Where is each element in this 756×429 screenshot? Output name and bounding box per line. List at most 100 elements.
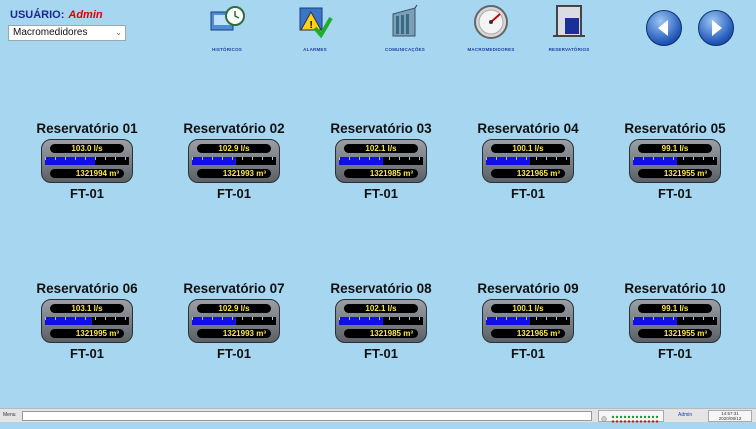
volume-readout: 1321995 m³ (50, 329, 124, 338)
level-bar (45, 157, 129, 165)
level-bar (633, 317, 717, 325)
volume-readout: 1321965 m³ (491, 169, 565, 178)
reservoir-card[interactable]: Reservatório 04 100.1 l/s 1321965 m³ FT-01 (463, 121, 593, 201)
volume-unit: m³ (256, 329, 266, 338)
volume-readout: 1321965 m³ (491, 329, 565, 338)
gauge-meter-icon (474, 5, 508, 39)
level-bar-ticks (192, 317, 276, 320)
volume-value: 1321985 (369, 169, 401, 178)
status-date: 2020/08/12 (718, 416, 742, 421)
nav-reservatorios[interactable]: RESERVATÓRIOS (534, 4, 604, 52)
flow-rate-readout: 99.1 l/s (638, 144, 712, 153)
volume-readout: 1321985 m³ (344, 169, 418, 178)
meter-tag: FT-01 (658, 186, 692, 201)
level-bar-ticks (339, 317, 423, 320)
level-bar (45, 317, 129, 325)
level-bar (192, 317, 276, 325)
meter-tag: FT-01 (217, 346, 251, 361)
nav-alarmes[interactable]: ! ALARMES (280, 4, 350, 52)
volume-readout: 1321985 m³ (344, 329, 418, 338)
reservoir-card[interactable]: Reservatório 10 99.1 l/s 1321955 m³ FT-01 (610, 281, 740, 361)
flow-gauge: 102.1 l/s 1321985 m³ (335, 139, 427, 183)
led-indicators-icon (601, 415, 659, 423)
volume-readout: 1321955 m³ (638, 169, 712, 178)
level-bar-ticks (192, 157, 276, 160)
nav-label: COMUNICAÇÕES (385, 47, 425, 52)
reservoir-card[interactable]: Reservatório 09 100.1 l/s 1321965 m³ FT-01 (463, 281, 593, 361)
level-bar (192, 157, 276, 165)
status-user: Admin (678, 412, 693, 418)
svg-text:!: ! (310, 20, 313, 31)
meter-tag: FT-01 (217, 186, 251, 201)
flow-gauge: 99.1 l/s 1321955 m³ (629, 299, 721, 343)
flow-gauge: 100.1 l/s 1321965 m³ (482, 299, 574, 343)
nav-label: ALARMES (303, 47, 327, 52)
history-clock-icon (210, 6, 245, 31)
reservoir-card[interactable]: Reservatório 02 102.9 l/s 1321993 m³ FT-01 (169, 121, 299, 201)
level-bar (486, 157, 570, 165)
reservoir-card[interactable]: Reservatório 07 102.9 l/s 1321993 m³ FT-01 (169, 281, 299, 361)
flow-rate-readout: 102.1 l/s (344, 304, 418, 313)
volume-unit: m³ (403, 169, 413, 178)
flow-rate-readout: 102.9 l/s (197, 144, 271, 153)
reservoir-card[interactable]: Reservatório 03 102.1 l/s 1321985 m³ FT-01 (316, 121, 446, 201)
back-button[interactable] (646, 10, 682, 46)
chevron-down-icon: ⌄ (115, 28, 122, 37)
level-bar (339, 157, 423, 165)
nav-macromedidores[interactable]: MACROMEDIDORES (456, 4, 526, 52)
volume-unit: m³ (256, 169, 266, 178)
volume-value: 1321955 (663, 329, 695, 338)
reservoir-tank-icon (553, 5, 585, 37)
level-bar-ticks (486, 317, 570, 320)
reservoir-card[interactable]: Reservatório 05 99.1 l/s 1321955 m³ FT-01 (610, 121, 740, 201)
volume-value: 1321995 (75, 329, 107, 338)
volume-readout: 1321994 m³ (50, 169, 124, 178)
level-bar-ticks (486, 157, 570, 160)
flow-gauge: 102.1 l/s 1321985 m³ (335, 299, 427, 343)
screen-selector[interactable]: Macromedidores ⌄ (8, 25, 126, 41)
reservoir-name: Reservatório 02 (183, 121, 285, 136)
reservoir-name: Reservatório 09 (477, 281, 579, 296)
communication-leds (598, 410, 664, 423)
meter-tag: FT-01 (70, 346, 104, 361)
reservoir-name: Reservatório 03 (330, 121, 432, 136)
level-bar (486, 317, 570, 325)
nav-comunicacoes[interactable]: COMUNICAÇÕES (370, 4, 440, 52)
reservoir-name: Reservatório 01 (36, 121, 138, 136)
reservoir-card[interactable]: Reservatório 01 103.0 l/s 1321994 m³ FT-01 (22, 121, 152, 201)
top-toolbar: USUÁRIO: Admin Macromedidores ⌄ HISTÓRICO… (0, 0, 756, 58)
volume-value: 1321993 (222, 329, 254, 338)
level-bar (633, 157, 717, 165)
meter-tag: FT-01 (364, 186, 398, 201)
flow-rate-readout: 102.1 l/s (344, 144, 418, 153)
flow-rate-readout: 102.9 l/s (197, 304, 271, 313)
nav-historicos[interactable]: HISTÓRICOS (192, 4, 262, 52)
volume-unit: m³ (697, 329, 707, 338)
user-name: Admin (68, 9, 103, 21)
reservoir-card[interactable]: Reservatório 08 102.1 l/s 1321985 m³ FT-01 (316, 281, 446, 361)
flow-gauge: 103.1 l/s 1321995 m³ (41, 299, 133, 343)
screen-selector-value: Macromedidores (13, 27, 88, 38)
volume-unit: m³ (550, 169, 560, 178)
forward-button[interactable] (698, 10, 734, 46)
flow-gauge: 100.1 l/s 1321965 m³ (482, 139, 574, 183)
volume-unit: m³ (403, 329, 413, 338)
reservoir-name: Reservatório 06 (36, 281, 138, 296)
volume-unit: m³ (697, 169, 707, 178)
volume-value: 1321955 (663, 169, 695, 178)
flow-gauge: 99.1 l/s 1321955 m³ (629, 139, 721, 183)
menu-button[interactable]: Menu (3, 412, 16, 418)
volume-value: 1321993 (222, 169, 254, 178)
nav-label: HISTÓRICOS (211, 47, 242, 52)
volume-unit: m³ (550, 329, 560, 338)
reservoir-card[interactable]: Reservatório 06 103.1 l/s 1321995 m³ FT-01 (22, 281, 152, 361)
user-label: USUÁRIO: (10, 9, 65, 21)
flow-gauge: 102.9 l/s 1321993 m³ (188, 139, 280, 183)
volume-readout: 1321993 m³ (197, 329, 271, 338)
reservoir-name: Reservatório 07 (183, 281, 285, 296)
meter-tag: FT-01 (511, 186, 545, 201)
level-bar-ticks (633, 157, 717, 160)
status-clock: 14:57:31 2020/08/12 (708, 410, 752, 422)
nav-label: RESERVATÓRIOS (548, 47, 590, 52)
meter-tag: FT-01 (70, 186, 104, 201)
